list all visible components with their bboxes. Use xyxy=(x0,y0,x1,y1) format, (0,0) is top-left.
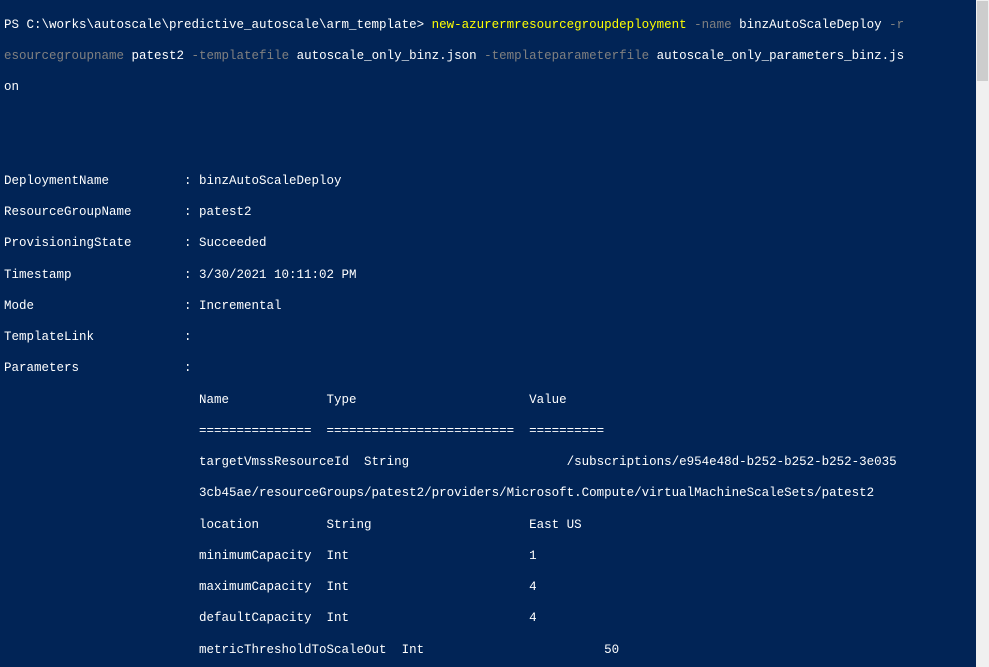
prompt-prefix: PS C:\works\autoscale\predictive_autosca… xyxy=(4,18,432,32)
timestamp-key: Timestamp : xyxy=(4,268,192,282)
parameters-row: Parameters : xyxy=(4,361,972,377)
param-location: location String East US xyxy=(4,518,972,534)
parameters-key: Parameters : xyxy=(4,361,192,375)
deployment-name-row: DeploymentName : binzAutoScaleDeploy xyxy=(4,174,972,190)
timestamp-row: Timestamp : 3/30/2021 10:11:02 PM xyxy=(4,268,972,284)
param-templatefile-value: autoscale_only_binz.json xyxy=(297,49,477,63)
templatelink-row: TemplateLink : xyxy=(4,330,972,346)
param-targetvmss-line1: targetVmssResourceId String /subscriptio… xyxy=(4,455,972,471)
provisioning-state-row: ProvisioningState : Succeeded xyxy=(4,236,972,252)
param-targetvmss-line2: 3cb45ae/resourceGroups/patest2/providers… xyxy=(4,486,972,502)
param-name-value: binzAutoScaleDeploy xyxy=(739,18,882,32)
param-name-flag: -name xyxy=(687,18,740,32)
templatelink-key: TemplateLink : xyxy=(4,330,192,344)
param-rg-value: patest2 xyxy=(132,49,185,63)
param-rg-flag-part1: -r xyxy=(882,18,905,32)
timestamp-value: 3/30/2021 10:11:02 PM xyxy=(192,268,357,282)
param-rg-flag-part2: esourcegroupname xyxy=(4,49,132,63)
blank-line xyxy=(4,111,972,127)
deployment-name-key: DeploymentName : xyxy=(4,174,192,188)
deployment-name-value: binzAutoScaleDeploy xyxy=(192,174,342,188)
command-line-1: PS C:\works\autoscale\predictive_autosca… xyxy=(4,18,972,34)
param-defaultcapacity: defaultCapacity Int 4 xyxy=(4,611,972,627)
param-templateparamfile-value-part1: autoscale_only_parameters_binz.js xyxy=(657,49,905,63)
resourcegroup-name-value: patest2 xyxy=(192,205,252,219)
powershell-terminal[interactable]: PS C:\works\autoscale\predictive_autosca… xyxy=(0,0,976,667)
cmdlet-name: new-azurermresourcegroupdeployment xyxy=(432,18,687,32)
command-line-3: on xyxy=(4,80,972,96)
param-templateparamfile-flag: -templateparameterfile xyxy=(477,49,657,63)
param-metricthresholdout: metricThresholdToScaleOut Int 50 xyxy=(4,643,972,659)
param-minimumcapacity: minimumCapacity Int 1 xyxy=(4,549,972,565)
param-templatefile-flag: -templatefile xyxy=(184,49,297,63)
mode-value: Incremental xyxy=(192,299,282,313)
param-templateparamfile-value-part2: on xyxy=(4,80,19,94)
scrollbar-thumb[interactable] xyxy=(977,1,988,81)
mode-key: Mode : xyxy=(4,299,192,313)
provisioning-state-value: Succeeded xyxy=(192,236,267,250)
scrollbar-track[interactable] xyxy=(976,0,989,667)
resourcegroup-name-key: ResourceGroupName : xyxy=(4,205,192,219)
parameters-divider: =============== ========================… xyxy=(4,424,972,440)
parameters-header: Name Type Value xyxy=(4,393,972,409)
mode-row: Mode : Incremental xyxy=(4,299,972,315)
param-maximumcapacity: maximumCapacity Int 4 xyxy=(4,580,972,596)
command-line-2: esourcegroupname patest2 -templatefile a… xyxy=(4,49,972,65)
provisioning-state-key: ProvisioningState : xyxy=(4,236,192,250)
blank-line xyxy=(4,143,972,159)
resourcegroup-name-row: ResourceGroupName : patest2 xyxy=(4,205,972,221)
